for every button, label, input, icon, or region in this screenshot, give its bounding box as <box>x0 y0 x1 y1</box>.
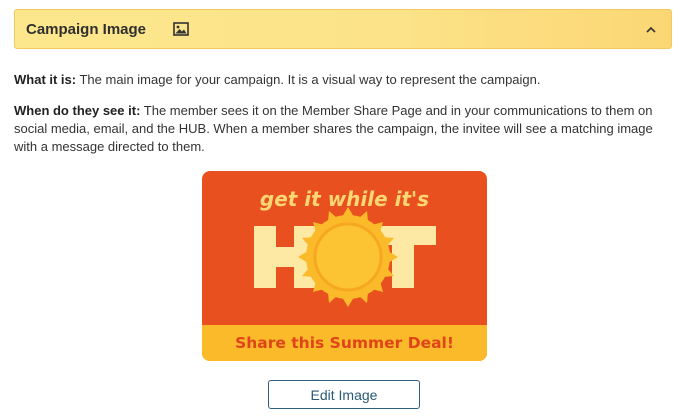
what-it-is-body: The main image for your campaign. It is … <box>76 72 541 87</box>
sun-graphic <box>298 207 398 307</box>
image-icon <box>173 22 189 36</box>
collapse-button[interactable] <box>641 19 661 39</box>
what-it-is-label: What it is: <box>14 72 77 87</box>
when-they-see-it-label: When do they see it: <box>14 103 141 118</box>
image-banner-text: Share this Summer Deal! <box>235 334 454 352</box>
image-banner: Share this Summer Deal! <box>202 325 487 361</box>
campaign-image-panel-header[interactable]: Campaign Image <box>14 9 672 49</box>
edit-image-button[interactable]: Edit Image <box>268 380 420 409</box>
chevron-up-icon <box>646 26 656 33</box>
panel-title: Campaign Image <box>26 21 147 38</box>
what-it-is-text: What it is: The main image for your camp… <box>14 71 676 89</box>
campaign-image: get it while it's Share this Summer Deal… <box>202 171 487 361</box>
when-they-see-it-text: When do they see it: The member sees it … <box>14 102 676 156</box>
